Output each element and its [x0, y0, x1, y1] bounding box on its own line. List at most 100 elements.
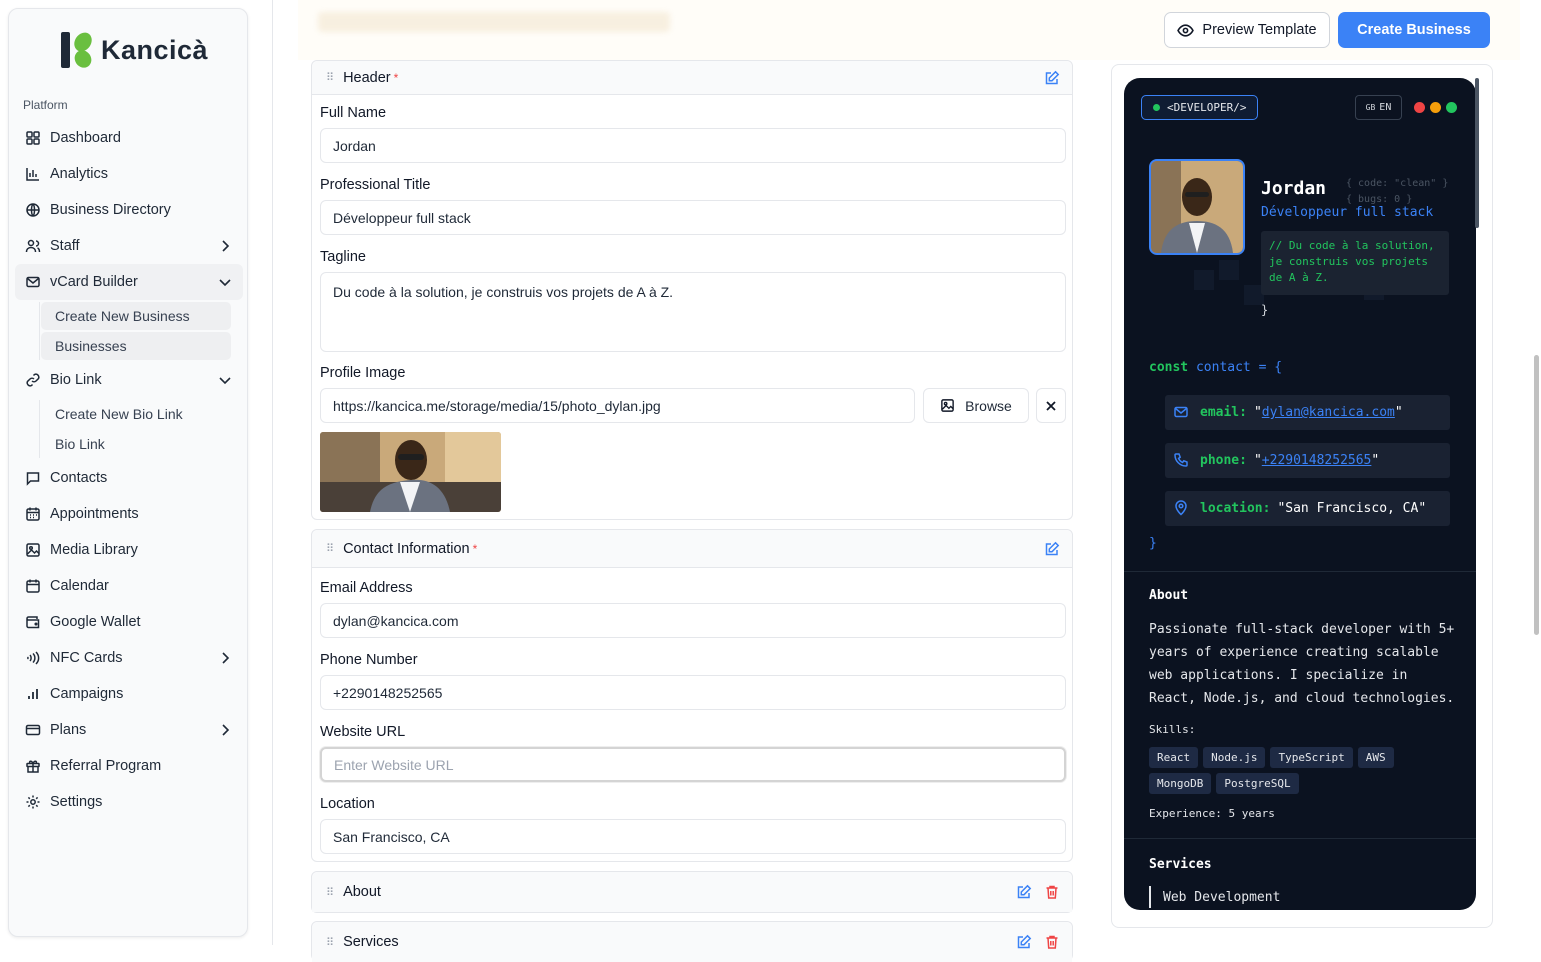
create-business-button[interactable]: Create Business	[1338, 12, 1490, 48]
tagline-textarea[interactable]: Du code à la solution, je construis vos …	[320, 272, 1066, 352]
sidebar-item-business-directory[interactable]: Business Directory	[15, 192, 243, 228]
edit-icon[interactable]	[1016, 884, 1032, 900]
sidebar-item-media-library[interactable]: Media Library	[15, 532, 243, 568]
email-label: Email Address	[320, 580, 413, 596]
sidebar-subitem-create-new-business[interactable]: Create New Business	[41, 302, 231, 330]
preview-about-text: Passionate full-stack developer with 5+ …	[1149, 622, 1455, 706]
sidebar-item-label: Plans	[50, 722, 87, 738]
email-key: email:	[1200, 405, 1247, 420]
skill-chip: Node.js	[1203, 747, 1266, 768]
sidebar: Kancicà Platform Dashboard Analytics Bus…	[8, 8, 248, 937]
sidebar-subitem-bio-link[interactable]: Bio Link	[41, 430, 231, 458]
const-eq: = {	[1258, 360, 1283, 375]
tagline-label: Tagline	[320, 249, 366, 265]
website-input[interactable]: Enter Website URL	[320, 747, 1066, 782]
sidebar-subitem-create-new-bio-link[interactable]: Create New Bio Link	[41, 400, 231, 428]
credit-card-icon	[25, 722, 41, 738]
yellow-dot	[1430, 102, 1441, 113]
phone-input[interactable]: +2290148252565	[320, 675, 1066, 710]
chevron-right-icon	[222, 652, 230, 664]
trash-icon[interactable]	[1044, 934, 1060, 950]
sidebar-item-dashboard[interactable]: Dashboard	[15, 120, 243, 156]
sidebar-item-bio-link[interactable]: Bio Link	[15, 362, 243, 398]
sidebar-item-campaigns[interactable]: Campaigns	[15, 676, 243, 712]
sidebar-item-label: Appointments	[50, 506, 139, 522]
sidebar-item-label: Contacts	[50, 470, 108, 486]
clear-image-button[interactable]	[1036, 388, 1066, 423]
full-name-label: Full Name	[320, 105, 387, 121]
contact-location-row[interactable]: location: "San Francisco, CA"	[1165, 491, 1450, 526]
users-icon	[25, 238, 41, 254]
drag-handle-icon[interactable]: ⠿	[326, 71, 334, 84]
edit-icon[interactable]	[1044, 541, 1060, 557]
full-name-input[interactable]: Jordan	[320, 128, 1066, 163]
professional-title-input[interactable]: Développeur full stack	[320, 200, 1066, 235]
drag-handle-icon[interactable]: ⠿	[326, 936, 334, 949]
contact-phone-row[interactable]: phone: " +2290148252565 "	[1165, 443, 1450, 478]
skill-chip: PostgreSQL	[1216, 773, 1299, 794]
profile-image-preview	[320, 432, 501, 512]
drag-handle-icon[interactable]: ⠿	[326, 886, 334, 899]
wallet-icon	[25, 614, 41, 630]
sidebar-item-staff[interactable]: Staff	[15, 228, 243, 264]
preview-title: Développeur full stack	[1261, 205, 1434, 220]
divider	[1124, 838, 1476, 839]
sidebar-item-nfc-cards[interactable]: NFC Cards	[15, 640, 243, 676]
header-section-head[interactable]: ⠿ Header *	[312, 61, 1072, 95]
about-section-head[interactable]: ⠿ About	[312, 872, 1072, 912]
services-section-title: Services	[343, 934, 399, 950]
language-label: EN	[1379, 102, 1392, 113]
bar-chart-icon	[25, 166, 41, 182]
sidebar-item-calendar[interactable]: Calendar	[15, 568, 243, 604]
sidebar-item-settings[interactable]: Settings	[15, 784, 243, 820]
contact-email-row[interactable]: email: " dylan@kancica.com "	[1165, 395, 1450, 430]
email-input[interactable]: dylan@kancica.com	[320, 603, 1066, 638]
sidebar-item-contacts[interactable]: Contacts	[15, 460, 243, 496]
section-label-platform: Platform	[23, 98, 68, 112]
preview-template-button[interactable]: Preview Template	[1164, 12, 1330, 48]
skill-chip: React	[1149, 747, 1199, 768]
contact-section-head[interactable]: ⠿ Contact Information *	[312, 530, 1072, 568]
browse-label: Browse	[965, 397, 1012, 414]
edit-icon[interactable]	[1016, 934, 1032, 950]
sidebar-item-google-wallet[interactable]: Google Wallet	[15, 604, 243, 640]
sidebar-item-plans[interactable]: Plans	[15, 712, 243, 748]
sidebar-item-appointments[interactable]: Appointments	[15, 496, 243, 532]
sidebar-item-label: Dashboard	[50, 130, 121, 146]
profile-photo	[320, 432, 501, 512]
website-label: Website URL	[320, 724, 406, 740]
mail-icon	[25, 274, 41, 290]
logo-icon	[61, 32, 92, 68]
const-declaration: const contact = {	[1149, 360, 1282, 375]
profile-image-url-input[interactable]: https://kancica.me/storage/media/15/phot…	[320, 388, 915, 423]
layout-divider	[272, 0, 273, 945]
edit-icon[interactable]	[1044, 70, 1060, 86]
language-switcher[interactable]: GB EN	[1355, 95, 1402, 120]
closing-brace: }	[1261, 303, 1269, 317]
phone-icon	[1174, 453, 1188, 467]
app-logo[interactable]: Kancicà	[59, 29, 208, 71]
drag-handle-icon[interactable]: ⠿	[326, 542, 334, 555]
trash-icon[interactable]	[1044, 884, 1060, 900]
location-input[interactable]: San Francisco, CA	[320, 819, 1066, 854]
sidebar-item-referral-program[interactable]: Referral Program	[15, 748, 243, 784]
sidebar-item-analytics[interactable]: Analytics	[15, 156, 243, 192]
sidebar-item-label: Campaigns	[50, 686, 124, 702]
phone-link[interactable]: +2290148252565	[1262, 453, 1372, 468]
chevron-down-icon	[219, 377, 231, 385]
preview-scrollbar[interactable]	[1475, 78, 1479, 228]
sidebar-item-label: Analytics	[50, 166, 109, 182]
preview-avatar	[1149, 159, 1245, 255]
page-scrollbar[interactable]	[1534, 355, 1539, 635]
vcard-preview[interactable]: <DEVELOPER/> GB EN Jordan { code: "clean…	[1124, 78, 1476, 910]
const-keyword: const	[1149, 360, 1189, 375]
email-link[interactable]: dylan@kancica.com	[1262, 405, 1395, 420]
services-section-head[interactable]: ⠿ Services	[312, 922, 1072, 962]
about-section-card: ⠿ About	[311, 871, 1073, 913]
sidebar-item-vcard-builder[interactable]: vCard Builder	[15, 264, 243, 300]
mail-icon	[1174, 406, 1188, 418]
sidebar-subitem-businesses[interactable]: Businesses	[41, 332, 231, 360]
preview-name: Jordan	[1261, 178, 1327, 199]
sidebar-item-label: Business Directory	[50, 202, 171, 218]
browse-button[interactable]: Browse	[923, 388, 1029, 423]
